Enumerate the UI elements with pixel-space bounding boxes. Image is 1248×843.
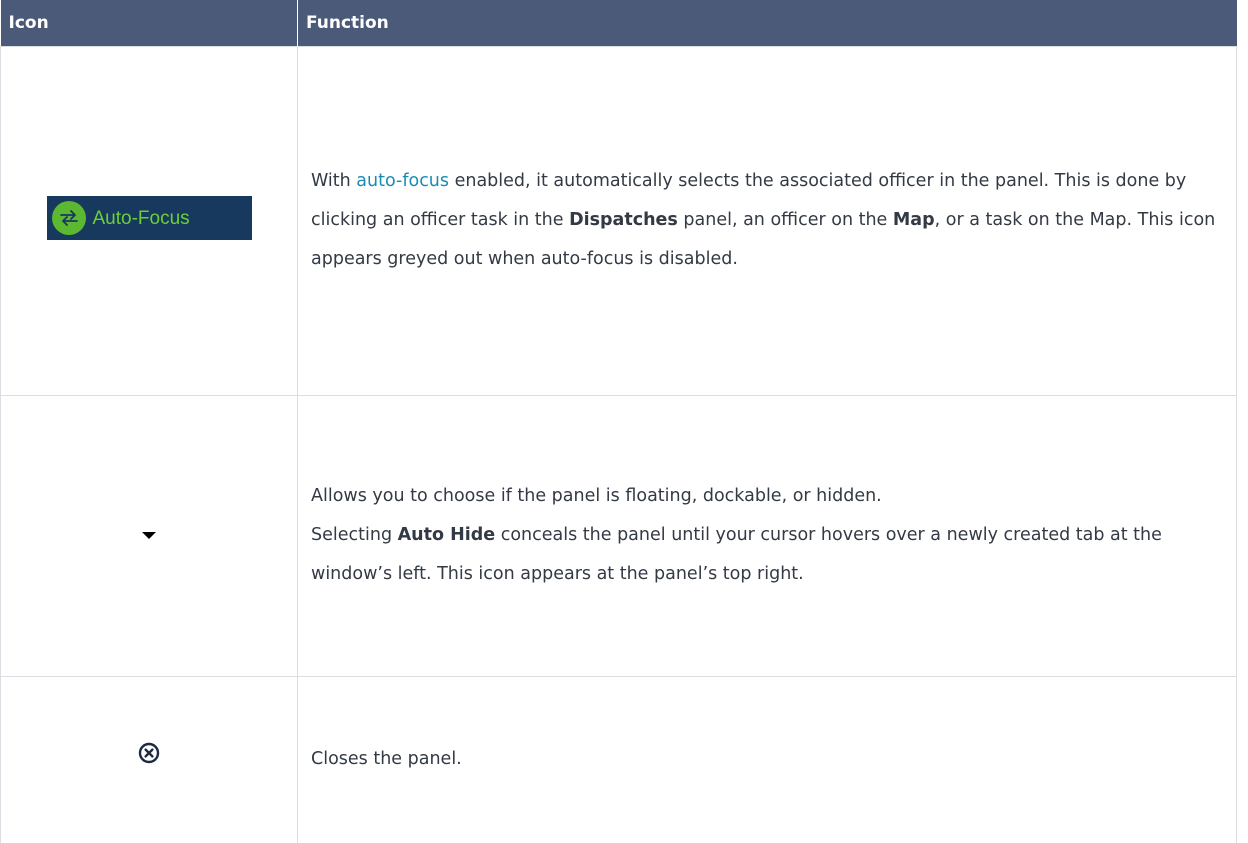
function-paragraph: Selecting Auto Hide conceals the panel u… bbox=[311, 516, 1226, 594]
icon-function-table: Icon Function Auto-Focus With auto-focus… bbox=[0, 0, 1237, 843]
auto-focus-button[interactable]: Auto-Focus bbox=[46, 196, 252, 240]
function-text: Selecting bbox=[311, 525, 398, 545]
function-cell: With auto-focus enabled, it automaticall… bbox=[297, 45, 1237, 396]
header-icon: Icon bbox=[0, 0, 298, 46]
map-term: Map bbox=[892, 210, 935, 230]
auto-focus-label: Auto-Focus bbox=[92, 207, 190, 229]
function-text: Closes the panel. bbox=[311, 749, 462, 770]
header-function: Function bbox=[297, 0, 1237, 46]
chevron-down-icon[interactable] bbox=[142, 531, 156, 539]
function-cell: Allows you to choose if the panel is flo… bbox=[297, 394, 1237, 677]
function-text: panel, an officer on the bbox=[677, 210, 893, 230]
auto-focus-icon bbox=[51, 201, 86, 235]
auto-focus-link[interactable]: auto-focus bbox=[356, 171, 449, 191]
function-cell: Closes the panel. bbox=[297, 675, 1237, 843]
auto-hide-term: Auto Hide bbox=[397, 525, 496, 545]
icon-cell bbox=[0, 675, 298, 843]
function-text: Allows you to choose if the panel is flo… bbox=[311, 486, 882, 506]
function-text: With bbox=[311, 171, 357, 191]
table-row: Allows you to choose if the panel is flo… bbox=[0, 394, 1237, 677]
table-row: Closes the panel. bbox=[0, 675, 1237, 843]
table-header-row: Icon Function bbox=[0, 0, 1237, 46]
table-row: Auto-Focus With auto-focus enabled, it a… bbox=[0, 45, 1237, 396]
dispatches-term: Dispatches bbox=[569, 210, 678, 230]
icon-cell: Auto-Focus bbox=[0, 45, 298, 396]
icon-cell bbox=[0, 394, 298, 677]
close-icon[interactable] bbox=[138, 740, 160, 779]
